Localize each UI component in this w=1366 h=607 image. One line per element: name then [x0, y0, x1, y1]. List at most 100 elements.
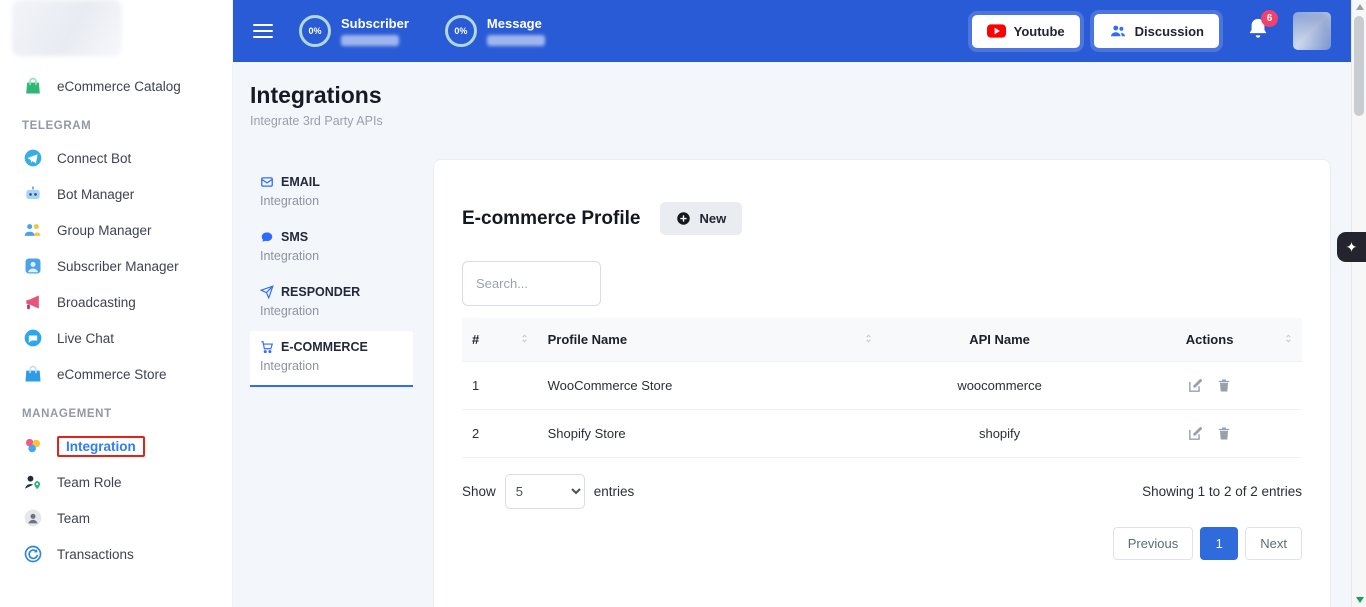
sidebar-item-label: Integration — [66, 439, 136, 454]
tab-ecommerce-integration[interactable]: E-COMMERCE Integration — [250, 331, 413, 387]
team-gear-person-icon — [22, 507, 44, 529]
tab-sub-label: Integration — [260, 359, 403, 373]
tab-email-integration[interactable]: EMAIL Integration — [250, 166, 413, 220]
delete-icon[interactable] — [1216, 377, 1232, 394]
plus-circle-icon — [676, 211, 691, 226]
message-stat: 0% Message — [445, 15, 545, 47]
tab-name: E-COMMERCE — [281, 340, 368, 354]
showing-info: Showing 1 to 2 of 2 entries — [1142, 484, 1302, 499]
scroll-down-arrow-icon[interactable] — [1356, 597, 1364, 603]
subscriber-progress-ring: 0% — [299, 15, 331, 47]
sms-bubble-icon — [260, 230, 274, 244]
subscriber-stat: 0% Subscriber — [299, 15, 409, 47]
new-profile-button[interactable]: New — [660, 202, 742, 235]
header-api-name[interactable]: API Name — [882, 318, 1117, 362]
sort-icon — [863, 332, 874, 347]
app-logo-blurred — [12, 0, 122, 56]
subscriber-value-blurred — [341, 35, 399, 46]
assistant-fab-button[interactable]: ✦ — [1337, 232, 1366, 262]
avatar-blurred-image — [1293, 12, 1331, 50]
message-label: Message — [487, 16, 545, 31]
notifications-button[interactable]: 6 — [1247, 17, 1269, 46]
header-num[interactable]: # — [462, 318, 538, 362]
page-subtitle: Integrate 3rd Party APIs — [250, 114, 1351, 128]
message-value-blurred — [487, 35, 545, 46]
tab-sub-label: Integration — [260, 194, 403, 208]
shopping-cart-icon — [260, 340, 274, 354]
sidebar-item-group-manager[interactable]: Group Manager — [0, 212, 232, 248]
subscriber-percent: 0% — [308, 26, 321, 36]
person-pin-icon — [22, 471, 44, 493]
megaphone-icon — [22, 291, 44, 313]
youtube-button[interactable]: Youtube — [972, 15, 1080, 48]
sidebar-item-label: Connect Bot — [57, 151, 131, 166]
sidebar-item-team-role[interactable]: Team Role — [0, 464, 232, 500]
table-row: 1 WooCommerce Store woocommerce — [462, 362, 1302, 410]
youtube-button-label: Youtube — [1014, 24, 1065, 39]
page-title: Integrations — [250, 82, 1351, 109]
sidebar-item-bot-manager[interactable]: Bot Manager — [0, 176, 232, 212]
ecommerce-profile-card: E-commerce Profile New # — [433, 159, 1331, 607]
sidebar-item-label: Transactions — [57, 547, 134, 562]
row-num: 2 — [462, 410, 538, 458]
page-size-select[interactable]: 5 — [505, 474, 585, 509]
hamburger-menu-icon[interactable] — [253, 20, 273, 42]
vertical-scrollbar[interactable] — [1351, 0, 1366, 607]
entries-label: entries — [594, 484, 635, 499]
sidebar-section-management: MANAGEMENT — [0, 392, 232, 428]
main-content: Integrations Integrate 3rd Party APIs EM… — [233, 62, 1351, 607]
profiles-table: # Profile Name API Name — [462, 318, 1302, 458]
row-num: 1 — [462, 362, 538, 410]
edit-icon[interactable] — [1187, 425, 1204, 442]
edit-icon[interactable] — [1187, 377, 1204, 394]
previous-page-button[interactable]: Previous — [1113, 527, 1194, 560]
tab-name: RESPONDER — [281, 285, 360, 299]
sidebar-item-integration[interactable]: Integration — [0, 428, 232, 464]
sort-icon — [519, 332, 530, 347]
integration-tabs: EMAIL Integration SMS Integration RESPON… — [250, 166, 413, 388]
active-item-highlight-box: Integration — [57, 436, 145, 457]
header-profile-name[interactable]: Profile Name — [538, 318, 882, 362]
sidebar-item-subscriber-manager[interactable]: Subscriber Manager — [0, 248, 232, 284]
pagination: Previous 1 Next — [462, 527, 1302, 560]
next-page-button[interactable]: Next — [1245, 527, 1302, 560]
scrollbar-thumb[interactable] — [1354, 16, 1364, 116]
user-avatar[interactable] — [1293, 12, 1331, 50]
sidebar-item-broadcasting[interactable]: Broadcasting — [0, 284, 232, 320]
sidebar-item-team[interactable]: Team — [0, 500, 232, 536]
show-label: Show — [462, 484, 496, 499]
tab-responder-integration[interactable]: RESPONDER Integration — [250, 276, 413, 330]
shopping-bag-icon — [22, 75, 44, 97]
sort-icon — [1283, 332, 1294, 347]
sidebar-item-live-chat[interactable]: Live Chat — [0, 320, 232, 356]
envelope-icon — [260, 175, 274, 189]
sparkle-icon: ✦ — [1346, 239, 1358, 256]
circular-arrows-icon — [22, 543, 44, 565]
tab-name: SMS — [281, 230, 308, 244]
paper-plane-icon — [260, 285, 274, 299]
sidebar-item-label: Team Role — [57, 475, 122, 490]
header-actions[interactable]: Actions — [1117, 318, 1302, 362]
sidebar-item-transactions[interactable]: Transactions — [0, 536, 232, 572]
scroll-up-arrow-icon[interactable] — [1356, 4, 1364, 10]
message-progress-ring: 0% — [445, 15, 477, 47]
card-title: E-commerce Profile — [462, 208, 640, 230]
search-input[interactable] — [462, 261, 601, 306]
sidebar: eCommerce Catalog TELEGRAM Connect Bot B… — [0, 0, 233, 607]
delete-icon[interactable] — [1216, 425, 1232, 442]
tab-sms-integration[interactable]: SMS Integration — [250, 221, 413, 275]
users-icon — [1109, 23, 1127, 39]
current-page-button[interactable]: 1 — [1200, 527, 1238, 560]
discussion-button[interactable]: Discussion — [1094, 14, 1219, 48]
subscriber-person-icon — [22, 255, 44, 277]
notification-count-badge: 6 — [1261, 10, 1278, 27]
sidebar-item-label: Group Manager — [57, 223, 152, 238]
sidebar-item-connect-bot[interactable]: Connect Bot — [0, 140, 232, 176]
sidebar-section-telegram: TELEGRAM — [0, 104, 232, 140]
sidebar-item-label: Subscriber Manager — [57, 259, 179, 274]
sidebar-item-ecommerce-catalog[interactable]: eCommerce Catalog — [0, 68, 232, 104]
sidebar-item-label: Bot Manager — [57, 187, 134, 202]
sidebar-item-ecommerce-store[interactable]: eCommerce Store — [0, 356, 232, 392]
telegram-plane-icon — [22, 147, 44, 169]
row-profile-name: Shopify Store — [538, 410, 882, 458]
